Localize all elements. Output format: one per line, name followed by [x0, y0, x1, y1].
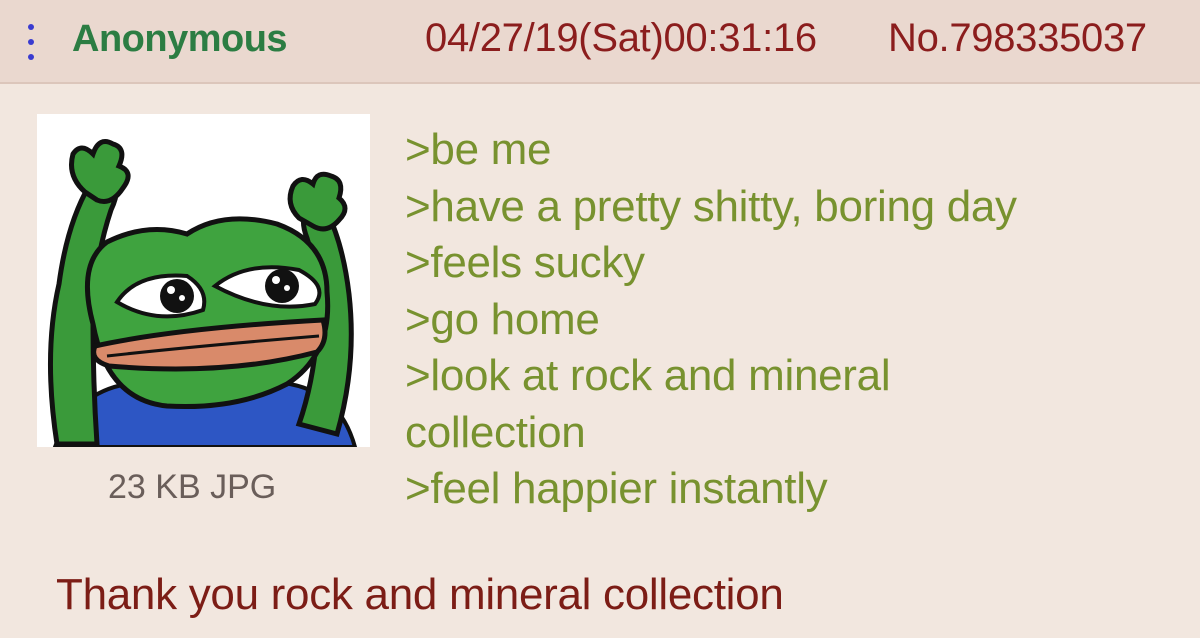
- greentext-line: >look at rock and mineral: [405, 351, 891, 400]
- post-number-link[interactable]: No.798335037: [888, 16, 1147, 61]
- greentext-line: >go home: [405, 294, 600, 344]
- vertical-dots-icon[interactable]: [24, 22, 38, 62]
- greentext-line: >feels sucky: [405, 238, 645, 287]
- greentext-line: >be me: [405, 125, 552, 174]
- poster-name: Anonymous: [72, 18, 288, 60]
- file-info: 23 KB JPG: [108, 468, 277, 506]
- post-thumbnail-image[interactable]: [37, 114, 370, 449]
- greentext-line: collection: [405, 407, 586, 457]
- greentext-line: >have a pretty shitty, boring day: [405, 181, 1017, 231]
- greentext-line: >feel happier instantly: [405, 464, 828, 513]
- post-header: Anonymous 04/27/19(Sat)00:31:16 No.79833…: [0, 0, 1200, 84]
- pepe-frog-icon: [47, 139, 358, 449]
- post-comment: Thank you rock and mineral collection: [56, 570, 784, 619]
- post-datetime: 04/27/19(Sat)00:31:16: [425, 16, 817, 60]
- greentext-block: >be me >have a pretty shitty, boring day…: [405, 122, 1165, 518]
